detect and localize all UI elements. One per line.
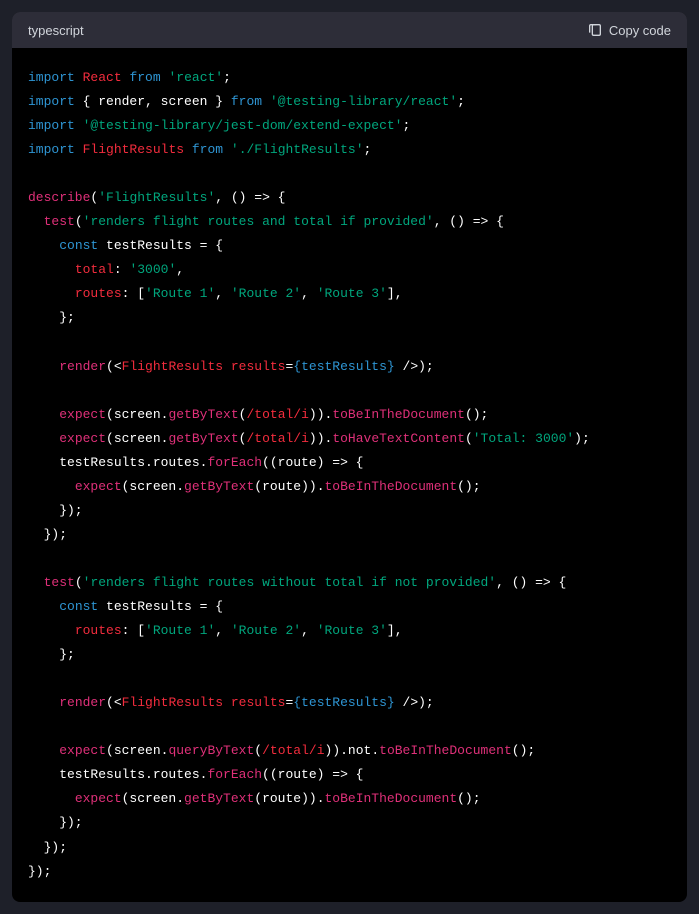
clipboard-icon bbox=[587, 22, 603, 38]
copy-label: Copy code bbox=[609, 23, 671, 38]
copy-code-button[interactable]: Copy code bbox=[587, 22, 671, 38]
code-block: typescript Copy code import React from '… bbox=[12, 12, 687, 902]
code-header: typescript Copy code bbox=[12, 12, 687, 48]
language-label: typescript bbox=[28, 23, 84, 38]
code-content[interactable]: import React from 'react'; import { rend… bbox=[12, 48, 687, 902]
